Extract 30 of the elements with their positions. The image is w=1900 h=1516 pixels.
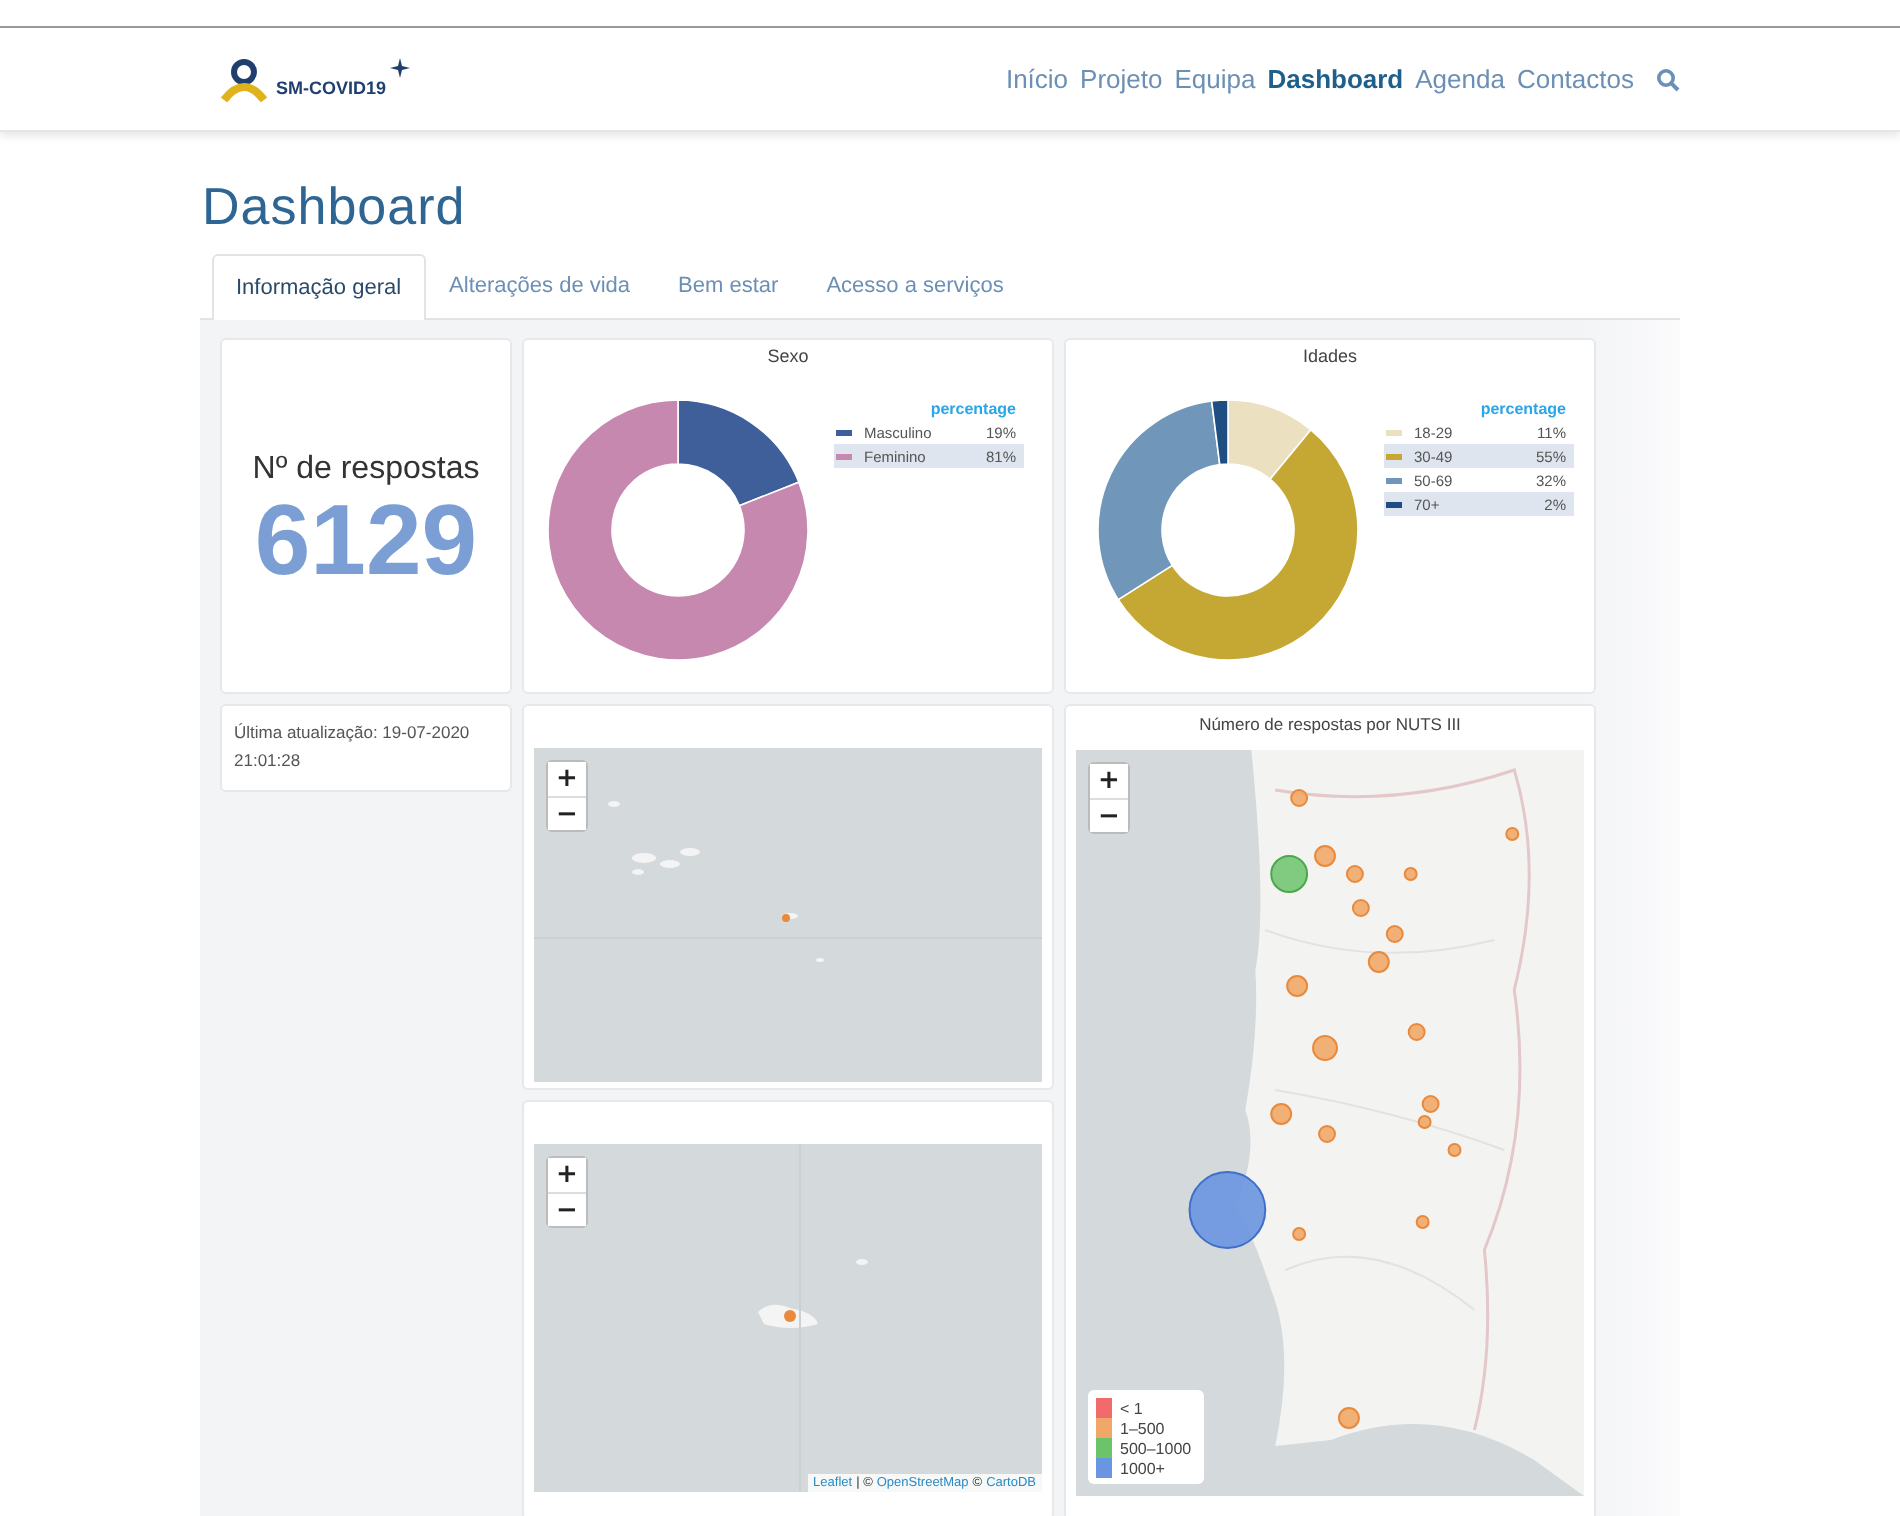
legend-title: percentage bbox=[928, 400, 1018, 418]
nav-link[interactable]: Projeto bbox=[1080, 64, 1163, 94]
tab[interactable]: Bem estar bbox=[654, 254, 803, 318]
nav-link[interactable]: Agenda bbox=[1415, 64, 1505, 94]
last-update-text: Última atualização: 19-07-2020 21:01:28 bbox=[234, 720, 472, 774]
search-icon bbox=[1656, 67, 1680, 91]
responses-label: Nº de respostas bbox=[252, 451, 480, 488]
logo-text[interactable]: SM-COVID19 bbox=[276, 77, 387, 97]
tab[interactable]: Informação geral bbox=[212, 254, 426, 320]
responses-count: 6129 bbox=[254, 487, 478, 593]
page-title: Dashboard bbox=[202, 176, 468, 238]
tab[interactable]: Alterações de vida bbox=[425, 254, 655, 318]
zoom-out-button[interactable]: − bbox=[1090, 798, 1128, 832]
chart-title: Idades bbox=[1300, 344, 1360, 370]
zoom-out-button[interactable]: − bbox=[548, 1192, 586, 1226]
legend-label: 1–500 bbox=[1120, 1419, 1165, 1437]
map-title: Número de respostas por NUTS III bbox=[1197, 712, 1463, 738]
star-icon bbox=[390, 57, 411, 77]
legend-label: 500–1000 bbox=[1120, 1439, 1192, 1457]
tab[interactable]: Acesso a serviços bbox=[802, 254, 1028, 318]
legend-title: percentage bbox=[1478, 400, 1568, 418]
zoom-out-button[interactable]: − bbox=[548, 796, 586, 830]
nav-link[interactable]: Contactos bbox=[1516, 64, 1634, 94]
nav-link[interactable]: Início bbox=[1005, 64, 1069, 94]
nav-link[interactable]: Dashboard bbox=[1267, 64, 1404, 94]
nav-link[interactable]: Equipa bbox=[1174, 64, 1256, 94]
person-logo-icon bbox=[220, 57, 272, 101]
legend-label: < 1 bbox=[1120, 1399, 1143, 1417]
chart-title: Sexo bbox=[765, 344, 811, 370]
legend-label: 1000+ bbox=[1120, 1459, 1165, 1477]
